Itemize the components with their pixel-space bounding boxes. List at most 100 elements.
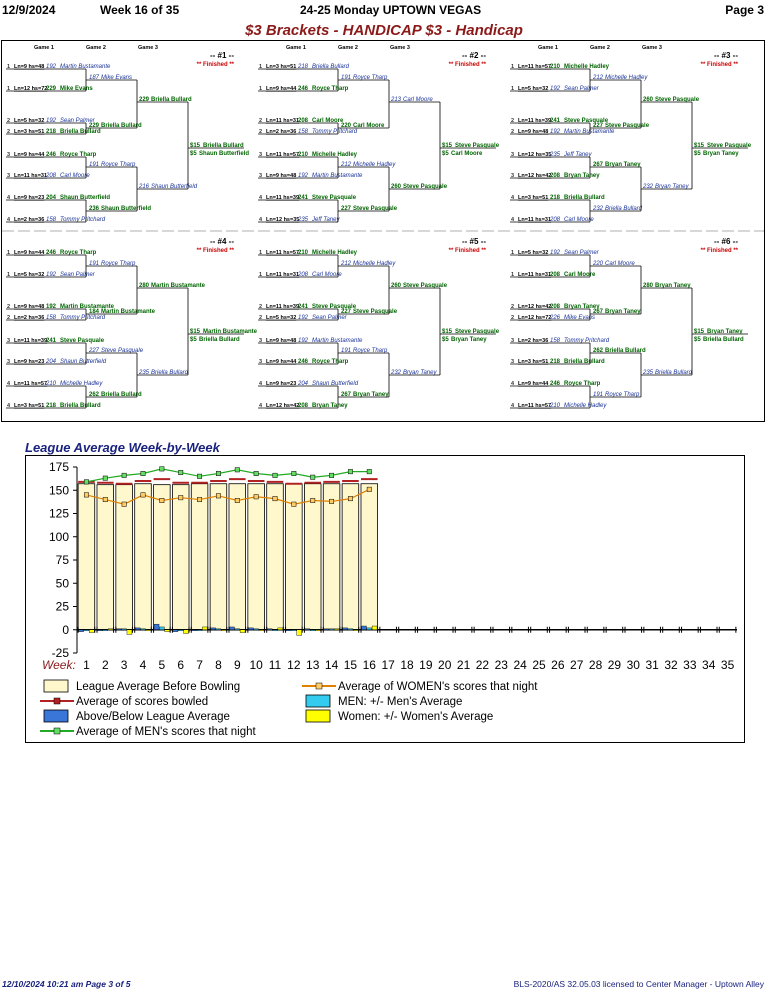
y-tick-label: 0	[62, 623, 69, 637]
series-point	[329, 498, 335, 504]
first-prize: $15	[442, 143, 453, 149]
x-tick-label: 12	[287, 658, 301, 672]
series-point	[329, 472, 335, 478]
x-tick-label: 11	[269, 658, 282, 672]
header-date: 12/9/2024	[2, 3, 56, 17]
x-tick-label: 25	[532, 658, 546, 672]
series-point	[197, 473, 203, 479]
legend-swatch	[43, 709, 69, 723]
first-winner: Martin Bustamante	[203, 329, 258, 335]
series-point	[215, 471, 221, 476]
header-league: 24-25 Monday UPTOWN VEGAS	[300, 3, 482, 17]
x-tick-label: 21	[457, 658, 471, 672]
bracket-4: -- #4 --** Finished **1 Ln=9 hs=44 246 Royc…	[6, 237, 258, 409]
league-average-bar	[247, 483, 265, 631]
league-average-bar	[322, 483, 341, 631]
first-prize: $15	[442, 329, 453, 335]
x-tick-label: 9	[234, 658, 241, 672]
y-tick-label: 150	[49, 483, 69, 497]
y-tick-label: 25	[56, 600, 70, 614]
delta-bar	[102, 629, 108, 631]
chart-title: League Average Week-by-Week	[25, 440, 220, 455]
x-tick-label: 13	[306, 658, 320, 672]
first-winner: Steve Pasquale	[707, 143, 752, 149]
bracket-status: ** Finished **	[701, 62, 739, 68]
y-tick-label: 75	[56, 553, 70, 567]
delta-bar	[196, 629, 203, 631]
delta-bar	[116, 628, 122, 631]
bracket-number: -- #3 --	[714, 51, 738, 60]
delta-bar	[215, 628, 222, 631]
delta-bar	[97, 629, 103, 631]
game-label: Game 2	[86, 45, 106, 51]
x-tick-label: 10	[249, 658, 263, 672]
x-tick-label: 35	[721, 658, 735, 672]
delta-bar	[323, 628, 329, 631]
delta-bar	[258, 629, 265, 631]
delta-bar	[248, 627, 254, 630]
legend-label: Women: +/- Women's Average	[338, 711, 493, 723]
delta-bar	[328, 628, 335, 631]
delta-bar	[285, 629, 292, 631]
second-prize: $5	[190, 151, 197, 157]
bracket-status: ** Finished **	[197, 62, 235, 68]
league-average-bar	[304, 483, 322, 631]
delta-bar	[342, 627, 348, 630]
series-point	[121, 472, 127, 478]
second-winner: Briella Bullard	[199, 337, 240, 343]
x-tick-label: 19	[419, 658, 433, 672]
x-tick-label: 14	[325, 658, 339, 672]
delta-bar	[121, 628, 127, 631]
second-winner: Carl Moore	[451, 151, 483, 157]
x-tick-label: 17	[381, 658, 395, 672]
game-label: Game 3	[138, 45, 158, 51]
league-average-bar	[266, 483, 284, 631]
series-point	[83, 479, 89, 485]
x-tick-label: 15	[344, 658, 358, 672]
delta-bar	[210, 627, 216, 630]
game-label: Game 1	[34, 45, 54, 51]
bracket-status: ** Finished **	[197, 248, 235, 254]
x-tick-label: 4	[140, 658, 147, 672]
second-prize: $5	[442, 337, 449, 343]
league-average-bar	[209, 483, 228, 631]
series-point	[140, 492, 146, 498]
bracket-status: ** Finished **	[449, 62, 487, 68]
header-page: Page 3	[725, 3, 764, 17]
series-point	[83, 492, 89, 498]
first-prize: $15	[190, 143, 201, 149]
x-tick-label: 3	[121, 658, 128, 672]
y-tick-label: 50	[56, 576, 70, 590]
series-point	[140, 471, 146, 476]
series-point	[215, 493, 221, 499]
league-average-bar	[134, 483, 152, 631]
x-tick-label: 34	[702, 658, 716, 672]
x-tick-label: 32	[664, 658, 678, 672]
first-winner: Briella Bullard	[203, 143, 244, 149]
legend-label: Above/Below League Average	[76, 711, 230, 723]
series-point	[347, 469, 353, 475]
legend-label: Average of WOMEN's scores that night	[338, 681, 538, 693]
delta-bar	[183, 629, 189, 634]
delta-bar	[277, 627, 283, 630]
legend-swatch	[305, 709, 331, 723]
bracket-number: -- #6 --	[714, 237, 738, 246]
delta-bar	[89, 629, 95, 633]
y-tick-label: 175	[49, 460, 69, 474]
series-point	[253, 471, 259, 476]
second-prize: $5	[190, 337, 197, 343]
y-tick-label: 125	[49, 507, 69, 521]
page-header: 12/9/2024 Week 16 of 35 24-25 Monday UPT…	[0, 0, 768, 18]
first-prize: $15	[190, 329, 201, 335]
delta-bar	[366, 627, 372, 630]
second-winner: Bryan Taney	[451, 337, 487, 343]
x-tick-label: 28	[589, 658, 603, 672]
league-average-bar	[172, 484, 190, 631]
x-tick-label: 2	[102, 658, 109, 672]
second-prize: $5	[694, 151, 701, 157]
series-point	[121, 501, 127, 507]
series-point	[272, 472, 278, 478]
delta-bar	[334, 628, 340, 631]
second-winner: Bryan Taney	[703, 151, 739, 157]
series-point	[366, 469, 372, 475]
